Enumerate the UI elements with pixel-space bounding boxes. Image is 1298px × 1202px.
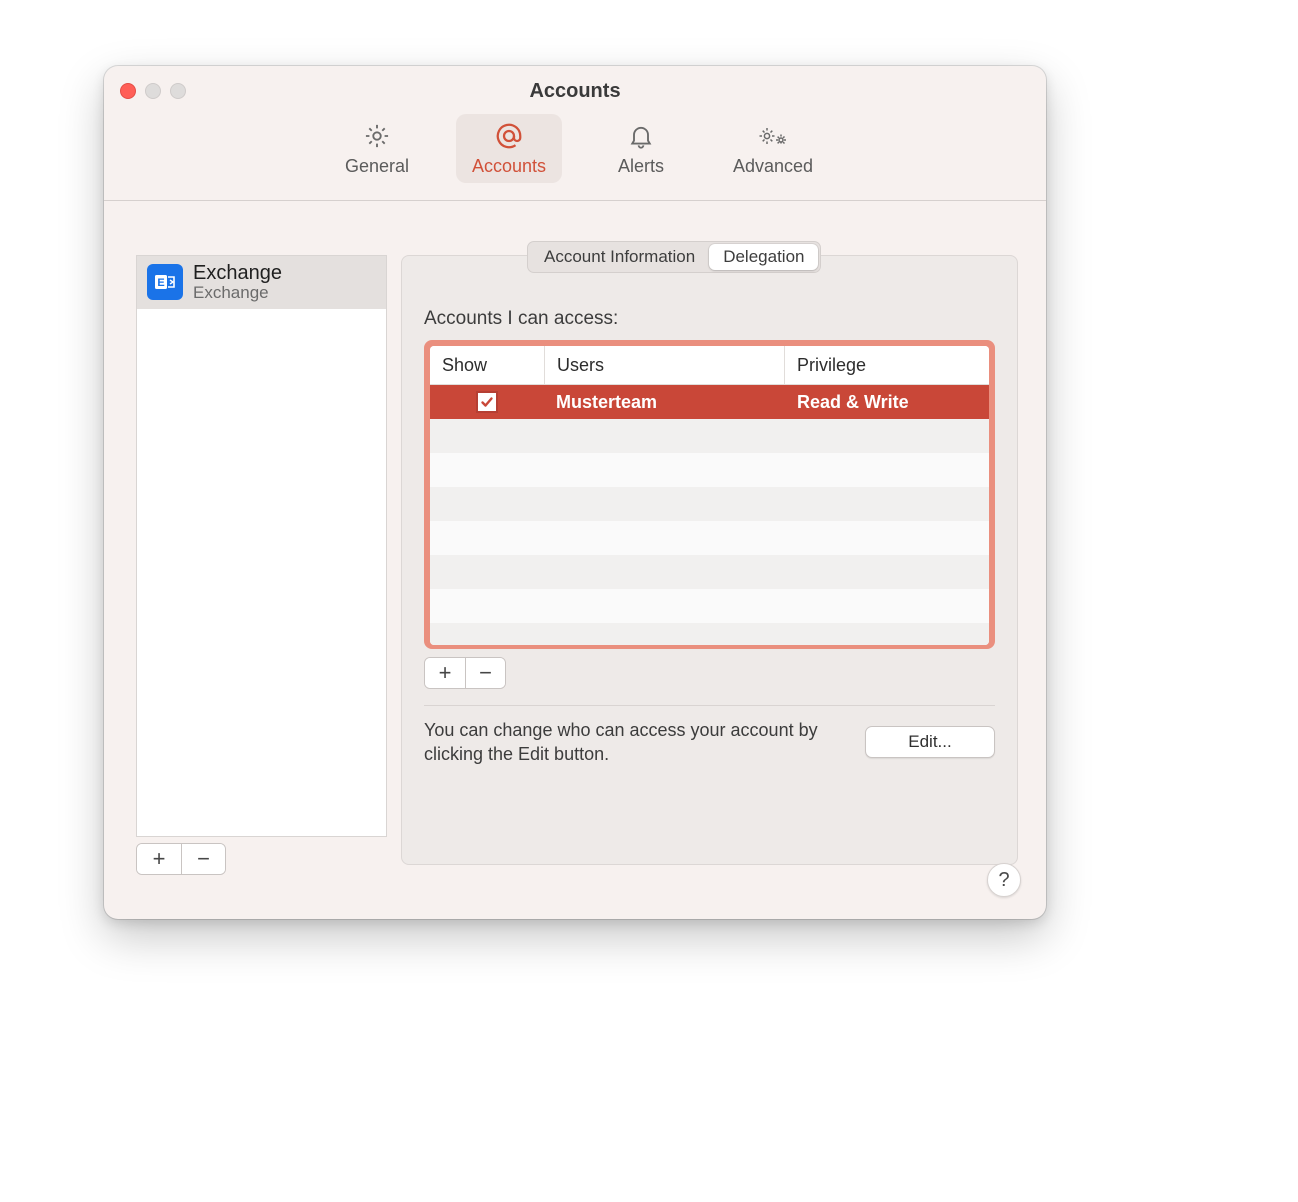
- bell-icon: [627, 120, 655, 152]
- at-icon: [494, 120, 524, 152]
- svg-text:E: E: [157, 277, 164, 289]
- toolbar-tab-accounts[interactable]: Accounts: [456, 114, 562, 183]
- row-show-cell: [430, 391, 544, 413]
- table-row-empty: [430, 453, 989, 487]
- divider: [424, 705, 995, 706]
- section-label: Accounts I can access:: [424, 308, 995, 330]
- delegation-table-highlight: Show Users Privilege: [424, 340, 995, 649]
- account-list-item[interactable]: E Exchange Exchange: [137, 256, 386, 309]
- toolbar-tab-label: Advanced: [733, 156, 813, 177]
- delegation-footer-text: You can change who can access your accou…: [424, 718, 845, 767]
- table-header: Show Users Privilege: [430, 346, 989, 385]
- toolbar-tab-general[interactable]: General: [324, 114, 430, 183]
- window-title: Accounts: [104, 80, 1046, 103]
- column-show[interactable]: Show: [430, 346, 545, 384]
- delegation-table: Show Users Privilege: [430, 346, 989, 645]
- toolbar-tab-advanced[interactable]: Advanced: [720, 114, 826, 183]
- gears-icon: [756, 120, 790, 152]
- tab-account-information[interactable]: Account Information: [530, 244, 709, 270]
- column-privilege[interactable]: Privilege: [785, 346, 989, 384]
- help-button[interactable]: ?: [987, 863, 1021, 897]
- table-row-empty: [430, 521, 989, 555]
- toolbar-tab-alerts[interactable]: Alerts: [588, 114, 694, 183]
- table-row[interactable]: Musterteam Read & Write: [430, 385, 989, 419]
- gear-icon: [363, 120, 391, 152]
- tab-delegation[interactable]: Delegation: [709, 244, 818, 270]
- account-detail-panel: Account Information Delegation Accounts …: [401, 255, 1018, 865]
- show-checkbox[interactable]: [476, 391, 498, 413]
- table-row-empty: [430, 589, 989, 623]
- preferences-window: Accounts General: [104, 66, 1046, 919]
- delegation-add-remove: + −: [424, 657, 995, 689]
- table-row-empty: [430, 487, 989, 521]
- toolbar-tab-label: Accounts: [472, 156, 546, 177]
- accounts-add-remove: + −: [136, 843, 226, 875]
- toolbar: General Accounts: [104, 114, 1046, 183]
- accounts-sidebar: E Exchange Exchange: [136, 255, 387, 837]
- titlebar: Accounts General: [104, 66, 1046, 201]
- table-rows: Musterteam Read & Write: [430, 385, 989, 645]
- table-row-empty: [430, 623, 989, 645]
- add-delegation-button[interactable]: +: [425, 658, 465, 688]
- detail-tabs: Account Information Delegation: [527, 241, 821, 273]
- column-users[interactable]: Users: [545, 346, 785, 384]
- account-subtitle: Exchange: [193, 284, 282, 303]
- toolbar-tab-label: General: [345, 156, 409, 177]
- remove-account-button[interactable]: −: [181, 844, 225, 874]
- add-account-button[interactable]: +: [137, 844, 181, 874]
- edit-button[interactable]: Edit...: [865, 726, 995, 758]
- content: E Exchange Exchange + −: [104, 200, 1046, 919]
- row-privilege-cell: Read & Write: [785, 392, 989, 413]
- table-row-empty: [430, 419, 989, 453]
- row-user-cell: Musterteam: [544, 392, 785, 413]
- account-title: Exchange: [193, 262, 282, 284]
- exchange-icon: E: [147, 264, 183, 300]
- table-row-empty: [430, 555, 989, 589]
- remove-delegation-button[interactable]: −: [465, 658, 505, 688]
- toolbar-tab-label: Alerts: [618, 156, 664, 177]
- account-list-item-text: Exchange Exchange: [193, 262, 282, 303]
